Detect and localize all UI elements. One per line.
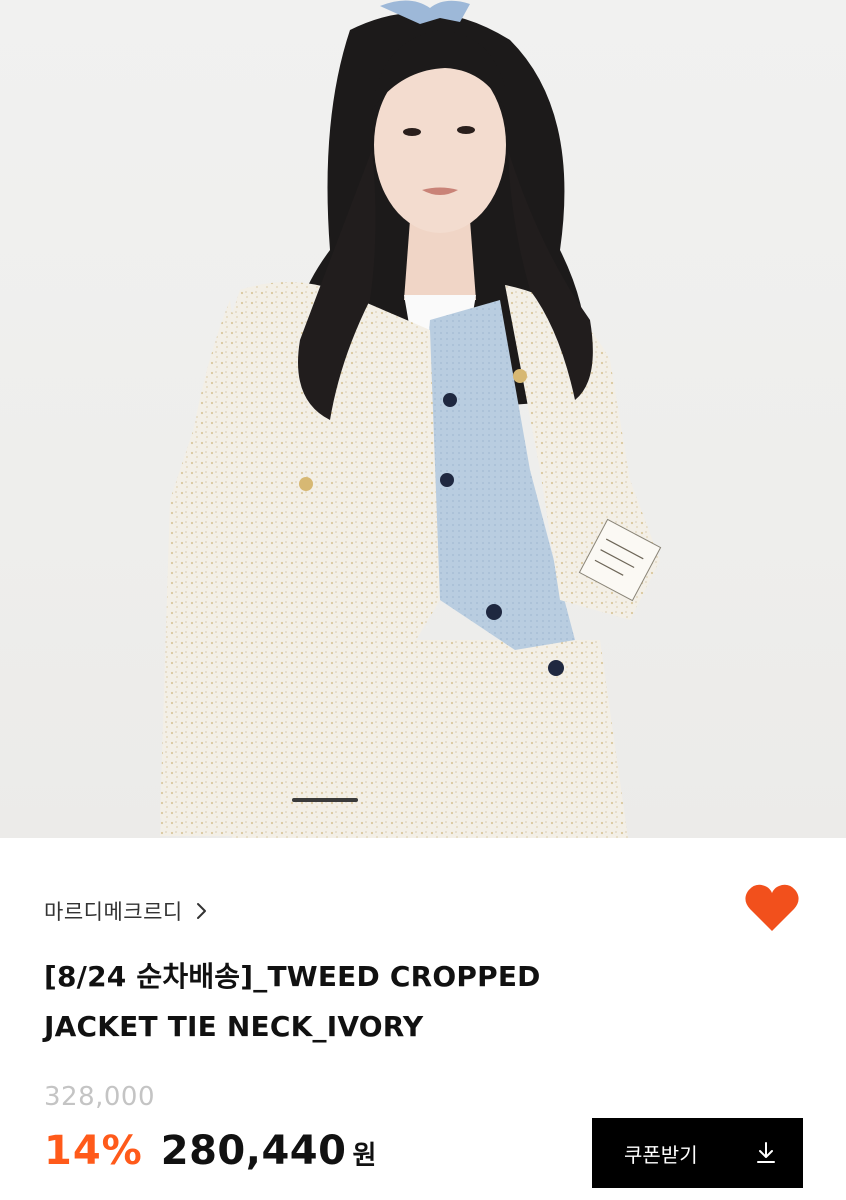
currency-unit: 원 — [352, 1141, 377, 1171]
product-title-line1: [8/24 순차배송]_TWEED CROPPED — [44, 960, 541, 993]
product-title: [8/24 순차배송]_TWEED CROPPED JACKET TIE NEC… — [44, 952, 644, 1052]
product-image[interactable] — [0, 0, 846, 838]
coupon-button-label: 쿠폰받기 — [624, 1142, 698, 1167]
heart-icon[interactable] — [744, 882, 800, 934]
product-photo — [160, 0, 662, 838]
discount-rate: 14% — [44, 1128, 143, 1174]
download-icon — [757, 1142, 775, 1163]
sale-price-row: 14% 280,440 원 — [44, 1128, 376, 1174]
carousel-indicator[interactable] — [292, 798, 358, 802]
brand-name[interactable]: 마르디메크르디 — [44, 896, 183, 926]
chevron-right-icon — [196, 903, 206, 919]
original-price: 328,000 — [44, 1082, 156, 1112]
sale-price: 280,440 — [160, 1128, 347, 1174]
brand-link[interactable]: 마르디메크르디 — [44, 896, 211, 926]
product-info: 마르디메크르디 [8/24 순차배송]_TWEED CROPPED JACKET… — [0, 838, 846, 1200]
coupon-download-button[interactable]: 쿠폰받기 — [592, 1118, 803, 1188]
product-title-line2: JACKET TIE NECK_IVORY — [44, 1010, 424, 1043]
